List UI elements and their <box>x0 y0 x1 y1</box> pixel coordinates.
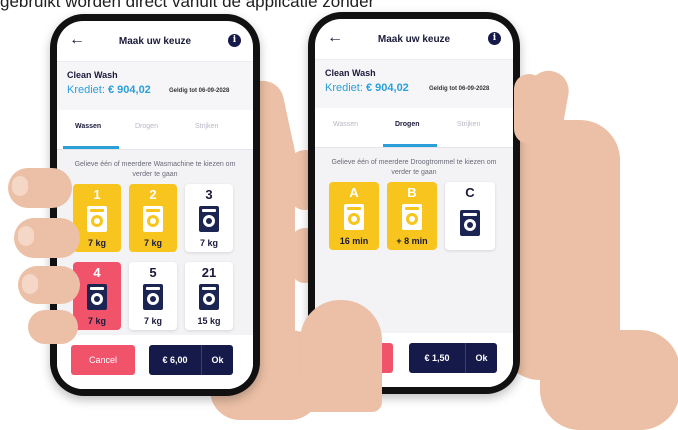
right-hand-wrist <box>540 330 678 430</box>
dryer-tile-b[interactable]: B + 8 min <box>387 182 437 250</box>
credit-value: € 904,02 <box>107 84 151 96</box>
account-panel: Clean Wash Krediet: € 904,02 Geldig tot … <box>315 59 513 108</box>
machine-tile-21[interactable]: 21 15 kg <box>185 262 233 330</box>
left-hand-fingernail <box>12 176 28 196</box>
tab-strijken[interactable]: Strijken <box>195 123 218 130</box>
credit-display: Krediet: € 904,02 <box>325 82 409 94</box>
credit-display: Krediet: € 904,02 <box>67 84 151 96</box>
active-tab-indicator <box>383 144 437 147</box>
header: ← Maak uw keuze i <box>315 19 513 59</box>
dryer-tile-a[interactable]: A 16 min <box>329 182 379 250</box>
ok-button[interactable]: Ok <box>202 345 233 375</box>
left-phone: ← Maak uw keuze i Clean Wash Krediet: € … <box>50 14 260 396</box>
machine-number: 4 <box>93 265 101 280</box>
machine-tile-4[interactable]: 4 7 kg <box>73 262 121 330</box>
machine-number: 1 <box>93 187 101 202</box>
action-bar: Cancel € 6,00 Ok <box>57 335 253 389</box>
machine-capacity: 15 kg <box>197 316 221 326</box>
machine-number: 3 <box>205 187 213 202</box>
header: ← Maak uw keuze i <box>57 21 253 61</box>
tab-wassen[interactable]: Wassen <box>75 123 101 130</box>
left-hand-finger <box>28 310 78 344</box>
total-amount: € 6,00 <box>162 355 188 365</box>
dryer-letter: C <box>465 185 475 200</box>
washing-machine-icon <box>87 284 107 310</box>
dryer-icon <box>460 210 480 236</box>
info-icon[interactable]: i <box>228 34 241 47</box>
caption-text: gebruikt worden direct vanuit de applica… <box>0 0 375 11</box>
tab-wassen[interactable]: Wassen <box>333 121 358 128</box>
right-hand-fingertip-front <box>514 74 544 144</box>
machine-tile-1[interactable]: 1 7 kg <box>73 184 121 252</box>
dryer-icon <box>344 204 364 230</box>
tab-drogen[interactable]: Drogen <box>395 121 420 128</box>
valid-until: Geldig tot 06-09-2028 <box>429 86 490 92</box>
washing-machine-icon <box>87 206 107 232</box>
machine-capacity: 7 kg <box>199 238 218 248</box>
credit-label: Krediet: <box>325 82 363 94</box>
dryer-letter: B <box>407 185 417 200</box>
page-title: Maak uw keuze <box>118 35 192 47</box>
cancel-button[interactable]: Cancel <box>71 345 135 375</box>
machine-capacity: 7 kg <box>87 316 106 326</box>
pay-button-group: € 1,50 Ok <box>409 343 497 373</box>
left-hand-fingernail <box>22 274 38 294</box>
machine-tile-5[interactable]: 5 7 kg <box>129 262 177 330</box>
dryer-tile-c[interactable]: C <box>445 182 495 250</box>
machine-capacity: 7 kg <box>87 238 106 248</box>
tab-drogen[interactable]: Drogen <box>135 123 158 130</box>
washing-machine-icon <box>143 206 163 232</box>
arrow-left-icon[interactable]: ← <box>327 29 343 47</box>
arrow-left-icon[interactable]: ← <box>69 31 85 49</box>
machine-number: 5 <box>149 265 157 280</box>
valid-until: Geldig tot 06-09-2028 <box>169 88 230 94</box>
washing-machine-icon <box>199 284 219 310</box>
right-hand-thumb-front <box>300 300 382 412</box>
machine-tile-3[interactable]: 3 7 kg <box>185 184 233 252</box>
ok-button[interactable]: Ok <box>466 343 497 373</box>
pay-button-group: € 6,00 Ok <box>149 345 233 375</box>
machine-number: 2 <box>149 187 157 202</box>
info-icon[interactable]: i <box>488 32 501 45</box>
machine-number: 21 <box>201 265 217 280</box>
machine-tile-2[interactable]: 2 7 kg <box>129 184 177 252</box>
account-panel: Clean Wash Krediet: € 904,02 Geldig tot … <box>57 61 253 110</box>
tab-bar: Wassen Drogen Strijken <box>57 109 253 150</box>
account-name: Clean Wash <box>67 70 118 80</box>
dryer-time: + 8 min <box>396 236 428 246</box>
tab-strijken[interactable]: Strijken <box>457 121 480 128</box>
machine-capacity: 7 kg <box>143 238 162 248</box>
total-amount: € 1,50 <box>424 353 450 363</box>
washing-machine-icon <box>199 206 219 232</box>
dryer-letter: A <box>349 185 359 200</box>
left-hand-fingernail <box>18 226 34 246</box>
page-title: Maak uw keuze <box>377 33 451 45</box>
left-phone-screen: ← Maak uw keuze i Clean Wash Krediet: € … <box>57 21 253 389</box>
tab-bar: Wassen Drogen Strijken <box>315 107 513 148</box>
dryer-time: 16 min <box>339 236 369 246</box>
instruction-text: Gelieve één of meerdere Droogtrommel te … <box>331 159 497 176</box>
machine-capacity: 7 kg <box>143 316 162 326</box>
instruction-text: Gelieve één of meerdere Wasmachine te ki… <box>74 161 236 178</box>
account-name: Clean Wash <box>325 68 376 78</box>
credit-label: Krediet: <box>67 84 105 96</box>
active-tab-indicator <box>63 146 119 149</box>
washing-machine-icon <box>143 284 163 310</box>
machine-selection: Gelieve één of meerdere Wasmachine te ki… <box>57 150 253 389</box>
credit-value: € 904,02 <box>365 82 409 94</box>
dryer-icon <box>402 204 422 230</box>
